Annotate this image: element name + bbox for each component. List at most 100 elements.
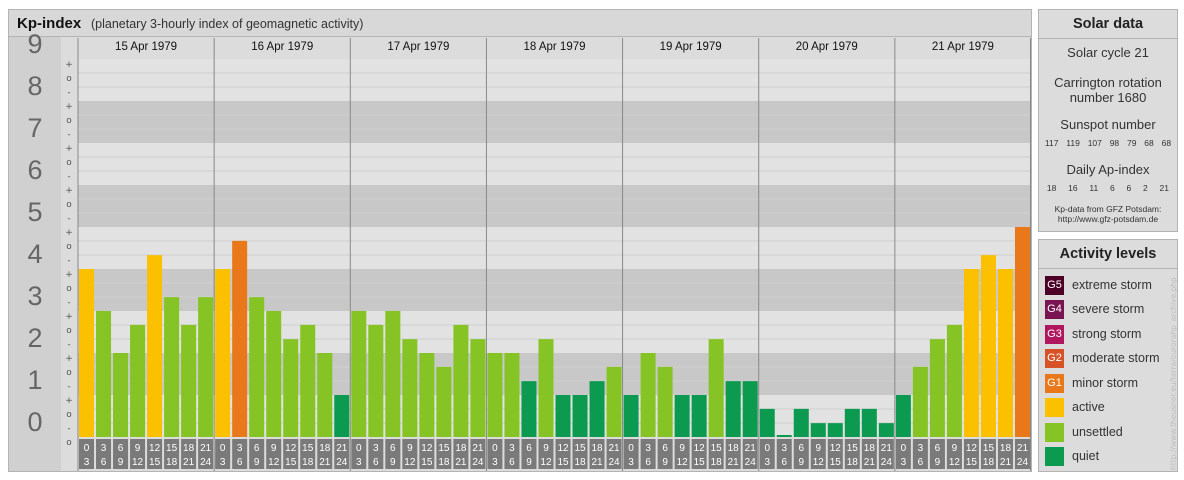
kp-bar — [555, 395, 571, 437]
interval-end-label: 12 — [132, 457, 144, 468]
legend-swatch — [1045, 398, 1064, 417]
legend-swatch: G1 — [1045, 374, 1064, 393]
kp-bar — [504, 353, 520, 437]
y-tick-label: 4 — [27, 239, 42, 269]
kp-bar — [453, 324, 469, 437]
legend-item-severe-storm: G4 severe storm — [1045, 300, 1173, 320]
kp-bar — [861, 408, 877, 437]
kp-bar — [895, 395, 911, 437]
interval-start-label: 6 — [798, 443, 804, 454]
interval-end-label: 3 — [901, 457, 907, 468]
interval-start-label: 15 — [847, 443, 859, 454]
interval-start-label: 0 — [220, 443, 226, 454]
interval-end-label: 6 — [237, 457, 243, 468]
minor-tick-mark: - — [67, 256, 70, 266]
interval-start-label: 6 — [254, 443, 260, 454]
interval-start-label: 12 — [694, 443, 706, 454]
legend-badge: G2 — [1047, 352, 1062, 364]
interval-start-label: 12 — [966, 443, 978, 454]
interval-end-label: 15 — [149, 457, 161, 468]
minor-tick-mark: o — [66, 326, 72, 336]
sunspot-number: 98 — [1109, 138, 1120, 148]
kp-bar — [1014, 227, 1030, 437]
day-label: 16 Apr 1979 — [251, 41, 313, 53]
interval-start-label: 12 — [557, 443, 569, 454]
interval-start-label: 3 — [918, 443, 924, 454]
activity-levels-panel: Activity levels G5 extreme storm G4 seve… — [1038, 239, 1178, 472]
minor-tick-mark: - — [67, 130, 70, 140]
minor-tick-mark: + — [65, 102, 73, 112]
interval-start-label: 21 — [200, 443, 212, 454]
ap-value: 16 — [1068, 183, 1078, 193]
interval-end-label: 3 — [84, 457, 90, 468]
legend-swatch — [1045, 423, 1064, 442]
kp-bar — [912, 366, 928, 437]
interval-end-label: 18 — [438, 457, 450, 468]
carrington-rotation-line1: Carrington rotation — [1054, 75, 1162, 90]
interval-start-label: 18 — [183, 443, 195, 454]
kp-bar — [147, 255, 163, 437]
ap-value: 6 — [1126, 183, 1132, 193]
legend-item-moderate-storm: G2 moderate storm — [1045, 349, 1173, 369]
kp-bar — [793, 408, 809, 437]
kp-bar — [402, 339, 418, 437]
interval-end-label: 18 — [983, 457, 995, 468]
day-label: 21 Apr 1979 — [932, 41, 994, 53]
interval-start-label: 3 — [509, 443, 515, 454]
interval-start-label: 0 — [84, 443, 90, 454]
interval-end-label: 6 — [918, 457, 924, 468]
minor-tick-mark: o — [66, 200, 72, 210]
kp-bar — [79, 269, 95, 437]
y-tick-label: 0 — [27, 407, 42, 437]
interval-end-label: 21 — [455, 457, 467, 468]
legend-swatch: G3 — [1045, 325, 1064, 344]
legend-label: active — [1072, 400, 1105, 414]
interval-start-label: 21 — [472, 443, 484, 454]
interval-end-label: 21 — [864, 457, 876, 468]
interval-end-label: 9 — [798, 457, 804, 468]
kp-bar — [878, 423, 894, 437]
interval-start-label: 12 — [830, 443, 842, 454]
interval-start-label: 0 — [492, 443, 498, 454]
kp-bar — [249, 297, 265, 437]
legend-label: extreme storm — [1072, 278, 1152, 292]
minor-tick-mark: + — [65, 354, 73, 364]
interval-start-label: 15 — [574, 443, 586, 454]
sunspot-number: 68 — [1144, 138, 1154, 148]
interval-start-label: 21 — [609, 443, 621, 454]
interval-end-label: 24 — [200, 457, 212, 468]
legend-item-quiet: quiet — [1045, 447, 1173, 467]
interval-end-label: 3 — [220, 457, 226, 468]
kp-bar — [946, 324, 962, 437]
interval-end-label: 3 — [764, 457, 770, 468]
kp-bar — [113, 353, 129, 437]
legend-item-minor-storm: G1 minor storm — [1045, 374, 1173, 394]
minor-tick-mark: + — [65, 228, 73, 238]
kp-bar — [691, 395, 707, 437]
minor-tick-mark: - — [67, 214, 70, 224]
data-source-link[interactable]: http://www.gfz-potsdam.de — [1039, 214, 1177, 224]
minor-tick-mark: - — [67, 88, 70, 98]
interval-end-label: 24 — [881, 457, 893, 468]
legend-label: quiet — [1072, 449, 1100, 463]
interval-start-label: 0 — [628, 443, 634, 454]
interval-start-label: 15 — [438, 443, 450, 454]
interval-start-label: 9 — [952, 443, 958, 454]
interval-start-label: 9 — [407, 443, 413, 454]
kp-bar — [181, 324, 197, 437]
carrington-rotation-line2: number 1680 — [1069, 90, 1147, 105]
interval-end-label: 6 — [101, 457, 107, 468]
interval-start-label: 6 — [390, 443, 396, 454]
solar-data-panel: Solar data Solar cycle 21 Carrington rot… — [1038, 9, 1178, 232]
kp-bar — [572, 395, 588, 437]
interval-end-label: 18 — [302, 457, 314, 468]
minor-tick-mark: + — [65, 312, 73, 322]
kp-bar — [980, 255, 996, 437]
credit-link[interactable]: http://www.theusner.eu/terra/ourorahp_ar… — [1169, 277, 1178, 470]
kp-bar — [266, 311, 282, 437]
interval-end-label: 9 — [662, 457, 668, 468]
kp-band — [78, 227, 1031, 269]
legend-swatch: G4 — [1045, 300, 1064, 319]
interval-end-label: 15 — [557, 457, 569, 468]
interval-start-label: 12 — [149, 443, 161, 454]
